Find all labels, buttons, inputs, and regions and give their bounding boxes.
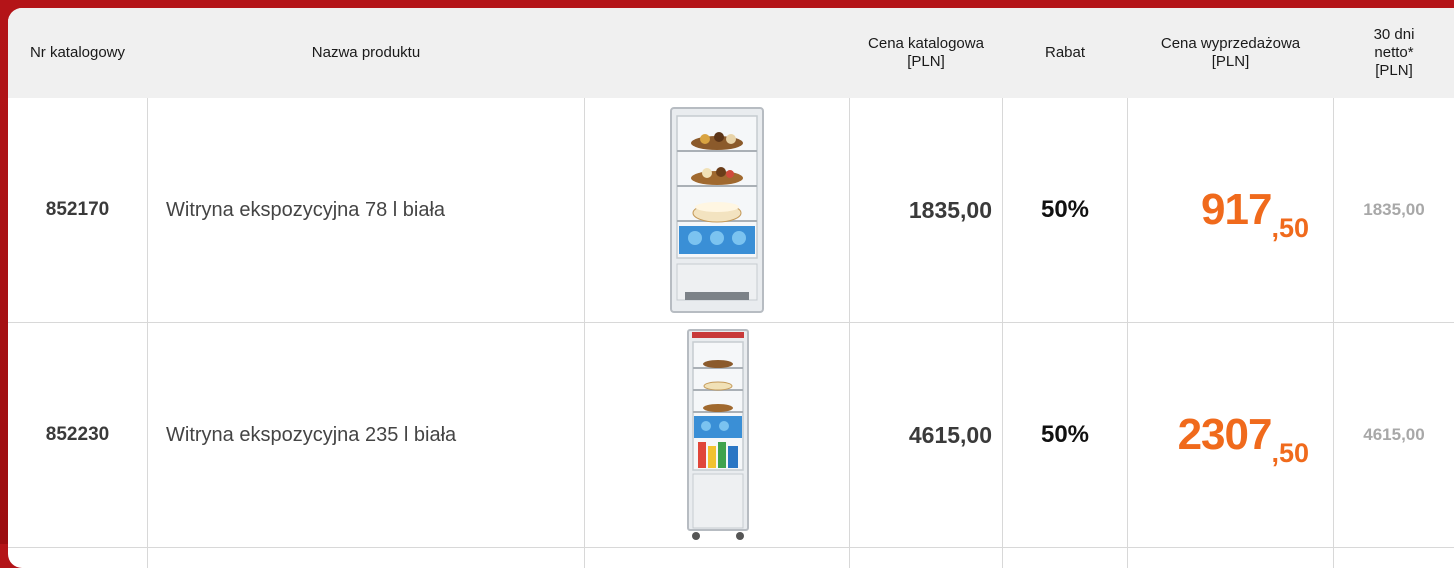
product-name: Witryna ekspozycyjna 78 l biała (166, 198, 446, 221)
sale-price-fraction: ,50 (1271, 438, 1309, 468)
product-name: Witryna ekspozycyjna 235 l biała (166, 423, 457, 446)
catalog-number: 852230 (45, 424, 110, 445)
product-image (585, 98, 849, 322)
discount-value: 50% (1040, 421, 1090, 448)
display-fridge-small-icon (670, 107, 764, 313)
header-net30: 30 dni netto* [PLN] (1373, 26, 1415, 79)
price-table-card: Nr katalogowy Nazwa produktu Cena katalo… (8, 8, 1454, 568)
list-price: 4615,00 (908, 421, 992, 448)
header-sale-price: Cena wyprzedażowa [PLN] (1160, 35, 1301, 70)
display-fridge-tall-icon (687, 328, 749, 540)
net30-price: 4615,00 (1363, 425, 1425, 444)
sale-price: 917 ,50 (1128, 98, 1333, 322)
table-header: Nr katalogowy Nazwa produktu Cena katalo… (8, 8, 1454, 98)
net30-price: 1835,00 (1363, 200, 1425, 219)
sale-price-main: 917 (1201, 185, 1272, 234)
list-price: 1835,00 (908, 196, 992, 223)
sale-price: 2307 ,50 (1128, 323, 1333, 547)
sale-price-fraction: ,50 (1271, 213, 1309, 243)
header-discount: Rabat (1044, 44, 1086, 61)
header-list-price: Cena katalogowa [PLN] (868, 35, 984, 70)
catalog-number: 852170 (45, 199, 110, 220)
table-row: 852230 Witryna ekspozycyjna 235 l biała (8, 323, 1454, 548)
discount-value: 50% (1040, 196, 1090, 223)
sale-price-main: 2307 (1177, 410, 1273, 459)
table-row: 852170 Witryna ekspozycyjna 78 l biała 1… (8, 98, 1454, 323)
product-image (585, 323, 849, 547)
header-product-name: Nazwa produktu (311, 44, 421, 61)
header-catalog-no: Nr katalogowy (29, 44, 126, 61)
